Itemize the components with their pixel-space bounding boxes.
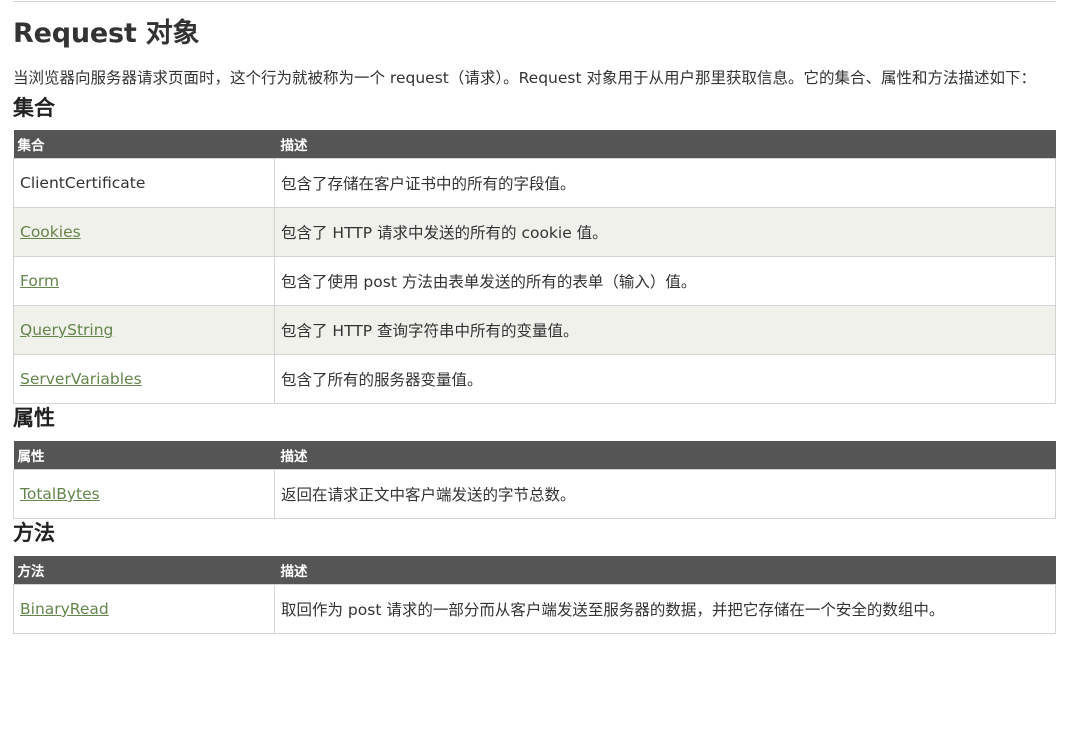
row-description-cell: 包含了使用 post 方法由表单发送的所有的表单（输入）值。 — [274, 256, 1056, 306]
content-area: Request 对象 当浏览器向服务器请求页面时，这个行为就被称为一个 requ… — [13, 0, 1056, 634]
table-row: QueryString 包含了 HTTP 查询字符串中所有的变量值。 — [13, 305, 1056, 355]
row-name-cell: ServerVariables — [13, 354, 275, 404]
row-name-cell: Cookies — [13, 207, 275, 257]
servervariables-link[interactable]: ServerVariables — [20, 370, 142, 388]
table-row: Form 包含了使用 post 方法由表单发送的所有的表单（输入）值。 — [13, 256, 1056, 306]
row-description-cell: 包含了存储在客户证书中的所有的字段值。 — [274, 158, 1056, 208]
row-description-cell: 返回在请求正文中客户端发送的字节总数。 — [274, 469, 1056, 519]
properties-table: 属性 描述 TotalBytes 返回在请求正文中客户端发送的字节总数。 — [13, 441, 1056, 519]
column-header-name: 集合 — [13, 130, 275, 159]
row-name-cell: QueryString — [13, 305, 275, 355]
table-row: ServerVariables 包含了所有的服务器变量值。 — [13, 354, 1056, 404]
column-header-name: 方法 — [13, 556, 275, 585]
page-title: Request 对象 — [13, 18, 200, 49]
cookies-link[interactable]: Cookies — [20, 223, 81, 241]
column-header-description: 描述 — [274, 130, 1056, 159]
totalbytes-link[interactable]: TotalBytes — [20, 485, 100, 503]
section-heading-collections: 集合 — [13, 96, 55, 120]
querystring-link[interactable]: QueryString — [20, 321, 113, 339]
binaryread-link[interactable]: BinaryRead — [20, 600, 109, 618]
section-heading-methods: 方法 — [13, 521, 55, 545]
row-description-cell: 包含了 HTTP 查询字符串中所有的变量值。 — [274, 305, 1056, 355]
row-name-cell: TotalBytes — [13, 469, 275, 519]
table-header-row: 属性 描述 — [13, 441, 1056, 470]
row-name-cell: Form — [13, 256, 275, 306]
row-description-cell: 取回作为 post 请求的一部分而从客户端发送至服务器的数据，并把它存储在一个安… — [274, 584, 1056, 634]
top-divider — [13, 1, 1056, 2]
methods-table: 方法 描述 BinaryRead 取回作为 post 请求的一部分而从客户端发送… — [13, 556, 1056, 634]
intro-paragraph: 当浏览器向服务器请求页面时，这个行为就被称为一个 request（请求）。Req… — [13, 69, 1036, 87]
collections-table: 集合 描述 ClientCertificate 包含了存储在客户证书中的所有的字… — [13, 130, 1056, 404]
table-row: BinaryRead 取回作为 post 请求的一部分而从客户端发送至服务器的数… — [13, 584, 1056, 634]
table-row: ClientCertificate 包含了存储在客户证书中的所有的字段值。 — [13, 158, 1056, 208]
row-description-cell: 包含了所有的服务器变量值。 — [274, 354, 1056, 404]
column-header-name: 属性 — [13, 441, 275, 470]
row-name-cell: BinaryRead — [13, 584, 275, 634]
form-link[interactable]: Form — [20, 272, 59, 290]
table-header-row: 集合 描述 — [13, 130, 1056, 159]
table-header-row: 方法 描述 — [13, 556, 1056, 585]
section-heading-properties: 属性 — [13, 406, 55, 430]
table-row: Cookies 包含了 HTTP 请求中发送的所有的 cookie 值。 — [13, 207, 1056, 257]
column-header-description: 描述 — [274, 441, 1056, 470]
row-description-cell: 包含了 HTTP 请求中发送的所有的 cookie 值。 — [274, 207, 1056, 257]
table-row: TotalBytes 返回在请求正文中客户端发送的字节总数。 — [13, 469, 1056, 519]
row-name-cell: ClientCertificate — [13, 158, 275, 208]
column-header-description: 描述 — [274, 556, 1056, 585]
